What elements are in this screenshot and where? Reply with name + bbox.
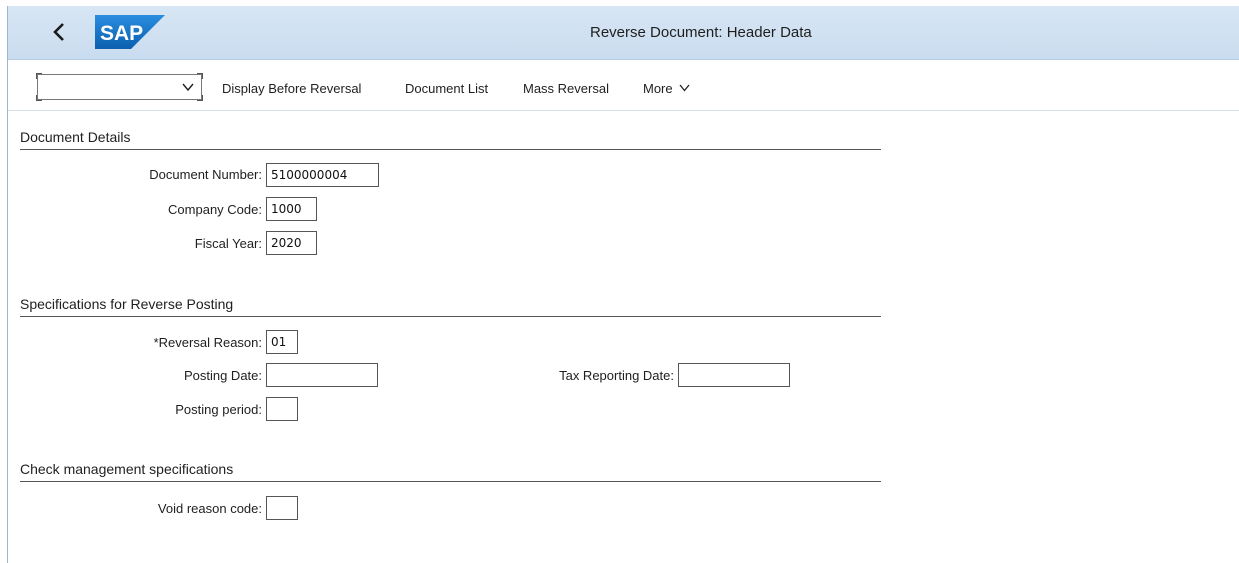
section-title-reverse-posting: Specifications for Reverse Posting: [20, 296, 234, 312]
company-code-label: Company Code:: [168, 202, 262, 217]
svg-text:SAP: SAP: [100, 22, 143, 45]
chevron-left-icon: [53, 23, 64, 41]
section-divider: [20, 481, 881, 482]
section-divider: [20, 316, 881, 317]
tax-reporting-date-field[interactable]: [678, 363, 790, 387]
posting-period-field[interactable]: [266, 397, 298, 421]
mass-reversal-button[interactable]: Mass Reversal: [523, 81, 609, 96]
reversal-reason-label: *Reversal Reason:: [154, 335, 262, 350]
focus-corner: [36, 95, 42, 101]
document-number-field[interactable]: [266, 163, 379, 187]
focus-corner: [36, 73, 42, 79]
document-list-button[interactable]: Document List: [405, 81, 488, 96]
command-field-select[interactable]: [36, 73, 203, 101]
shell-bar: SAP Reverse Document: Header Data: [8, 6, 1239, 60]
fiscal-year-field[interactable]: [266, 231, 317, 255]
more-menu-label: More: [643, 81, 673, 96]
page-title: Reverse Document: Header Data: [590, 24, 812, 41]
posting-period-label: Posting period:: [175, 402, 262, 417]
void-reason-code-field[interactable]: [266, 496, 298, 520]
company-code-field[interactable]: [266, 197, 317, 221]
reversal-reason-field[interactable]: [266, 330, 298, 354]
app-window: SAP Reverse Document: Header Data Displa…: [7, 6, 1239, 563]
more-menu-button[interactable]: More: [643, 81, 690, 96]
toolbar: Display Before Reversal Document List Ma…: [8, 60, 1239, 111]
tax-reporting-date-label: Tax Reporting Date:: [559, 368, 674, 383]
section-title-check-management: Check management specifications: [20, 461, 234, 477]
posting-date-field[interactable]: [266, 363, 378, 387]
void-reason-code-label: Void reason code:: [157, 501, 262, 516]
reversal-reason-label-text: Reversal Reason:: [158, 335, 262, 350]
sap-logo: SAP: [95, 15, 165, 49]
posting-date-label: Posting Date:: [183, 368, 262, 383]
display-before-reversal-button[interactable]: Display Before Reversal: [222, 81, 361, 96]
document-number-label: Document Number:: [149, 167, 262, 182]
focus-corner: [197, 95, 203, 101]
chevron-down-icon: [679, 84, 690, 92]
section-title-document-details: Document Details: [20, 129, 131, 145]
focus-corner: [197, 73, 203, 79]
chevron-down-icon: [182, 83, 194, 92]
back-button[interactable]: [46, 18, 72, 46]
fiscal-year-label: Fiscal Year:: [194, 236, 262, 251]
section-divider: [20, 149, 881, 150]
